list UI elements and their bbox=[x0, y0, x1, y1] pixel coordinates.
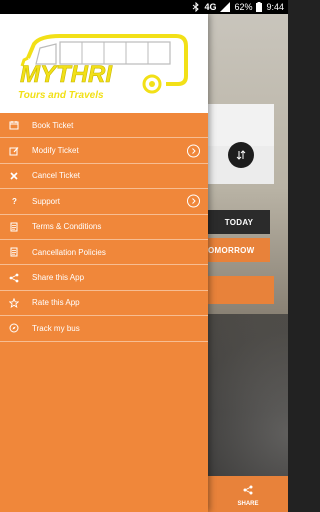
menu-item-label: Cancellation Policies bbox=[32, 247, 106, 257]
clock: 9:44 bbox=[266, 2, 284, 12]
bottom-share-bar[interactable]: SHARE bbox=[208, 476, 288, 512]
menu-item-modify-ticket[interactable]: Modify Ticket bbox=[0, 138, 208, 164]
network-type: 4G bbox=[204, 2, 217, 12]
brand-tagline: Tours and Travels bbox=[18, 90, 104, 101]
menu-item-label: Share this App bbox=[32, 273, 85, 283]
edit-icon bbox=[8, 145, 20, 157]
document-icon bbox=[8, 221, 20, 233]
swap-icon[interactable] bbox=[228, 142, 254, 168]
chevron-right-icon[interactable] bbox=[187, 144, 200, 158]
star-icon bbox=[8, 297, 20, 309]
ticket-icon bbox=[8, 119, 20, 131]
from-city-field[interactable] bbox=[208, 104, 274, 146]
menu-item-terms-conditions[interactable]: Terms & Conditions bbox=[0, 215, 208, 240]
drawer-header: MYTHRI Tours and Travels bbox=[0, 14, 208, 113]
menu-item-cancellation-policies[interactable]: Cancellation Policies bbox=[0, 240, 208, 266]
chevron-right-icon[interactable] bbox=[187, 194, 200, 208]
navigation-drawer: MYTHRI Tours and Travels Book Ticket Modi… bbox=[0, 14, 208, 512]
share-icon bbox=[243, 482, 253, 500]
menu-item-label: Rate this App bbox=[32, 298, 80, 308]
battery-icon bbox=[256, 2, 263, 12]
drawer-menu: Book Ticket Modify Ticket Cancel Ticket? Su… bbox=[0, 113, 208, 342]
menu-item-book-ticket[interactable]: Book Ticket bbox=[0, 113, 208, 139]
share-icon bbox=[8, 272, 20, 284]
today-button[interactable]: TODAY bbox=[208, 210, 270, 234]
menu-item-label: Terms & Conditions bbox=[32, 222, 102, 232]
status-bar: 4G 62% 9:44 bbox=[0, 0, 288, 14]
close-icon bbox=[8, 170, 20, 182]
menu-item-rate-this-app[interactable]: Rate this App bbox=[0, 291, 208, 317]
menu-item-label: Modify Ticket bbox=[32, 146, 79, 156]
signal-icon bbox=[220, 2, 231, 12]
menu-item-track-my-bus[interactable]: Track my bus bbox=[0, 316, 208, 342]
document-icon bbox=[8, 246, 20, 258]
menu-item-support[interactable]: ? Support bbox=[0, 189, 208, 215]
share-label: SHARE bbox=[237, 500, 259, 507]
menu-item-label: Cancel Ticket bbox=[32, 171, 81, 181]
svg-text:?: ? bbox=[12, 197, 17, 206]
menu-item-label: Track my bus bbox=[32, 323, 80, 333]
search-button[interactable] bbox=[208, 276, 274, 304]
mythri-logo: MYTHRI Tours and Travels bbox=[18, 34, 188, 101]
menu-item-share-this-app[interactable]: Share this App bbox=[0, 265, 208, 291]
bluetooth-icon bbox=[192, 2, 200, 12]
compass-icon bbox=[8, 322, 20, 334]
menu-item-cancel-ticket[interactable]: Cancel Ticket bbox=[0, 164, 208, 190]
menu-item-label: Support bbox=[32, 196, 61, 206]
brand-name: MYTHRI bbox=[20, 61, 113, 88]
tomorrow-button[interactable]: OMORROW bbox=[208, 238, 270, 262]
menu-item-label: Book Ticket bbox=[32, 120, 74, 130]
question-icon: ? bbox=[8, 195, 20, 207]
battery-percent: 62% bbox=[234, 2, 253, 12]
